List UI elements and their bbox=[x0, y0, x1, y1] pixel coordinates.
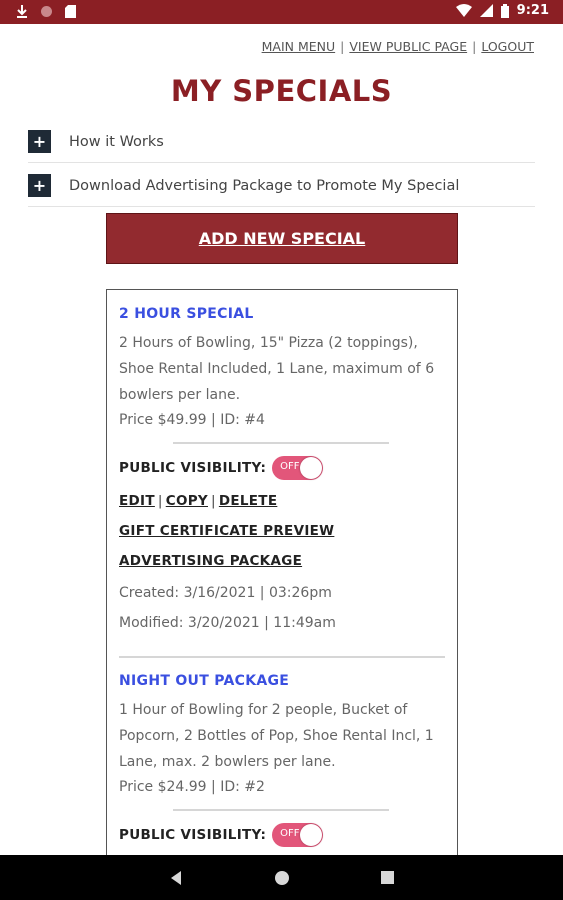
gift-preview-row: GIFT CERTIFICATE PREVIEW bbox=[119, 523, 449, 543]
advertising-row: ADVERTISING PACKAGE bbox=[119, 553, 449, 573]
toggle-text: OFF bbox=[280, 828, 300, 839]
visibility-row: PUBLIC VISIBILITY: OFF bbox=[119, 823, 449, 847]
delete-link[interactable]: DELETE bbox=[219, 493, 277, 509]
home-icon[interactable] bbox=[273, 869, 291, 887]
toggle-text: OFF bbox=[280, 461, 300, 472]
plus-icon[interactable]: + bbox=[28, 174, 51, 197]
add-new-special-button[interactable]: ADD NEW SPECIAL bbox=[106, 213, 458, 264]
status-time: 9:21 bbox=[516, 3, 549, 18]
action-links: EDIT | COPY | DELETE bbox=[119, 493, 449, 513]
link-separator: | bbox=[211, 493, 216, 509]
accordion-download-advertising[interactable]: + Download Advertising Package to Promot… bbox=[28, 165, 535, 207]
special-price-id: Price $24.99 | ID: #2 bbox=[119, 779, 265, 795]
visibility-label: PUBLIC VISIBILITY: bbox=[119, 827, 267, 843]
sd-card-icon bbox=[65, 4, 76, 18]
copy-link[interactable]: COPY bbox=[166, 493, 208, 509]
plus-icon[interactable]: + bbox=[28, 130, 51, 153]
special-description: 1 Hour of Bowling for 2 people, Bucket o… bbox=[119, 702, 434, 770]
top-links: MAIN MENU | VIEW PUBLIC PAGE | LOGOUT bbox=[262, 39, 534, 54]
visibility-row: PUBLIC VISIBILITY: OFF bbox=[119, 456, 449, 480]
visibility-label: PUBLIC VISIBILITY: bbox=[119, 460, 267, 476]
main-menu-link[interactable]: MAIN MENU bbox=[262, 39, 336, 54]
edit-link[interactable]: EDIT bbox=[119, 493, 155, 509]
advertising-package-link[interactable]: ADVERTISING PACKAGE bbox=[119, 553, 302, 569]
gift-certificate-preview-link[interactable]: GIFT CERTIFICATE PREVIEW bbox=[119, 523, 334, 539]
special-card: NIGHT OUT PACKAGE 1 Hour of Bowling for … bbox=[119, 673, 449, 847]
status-bar-left bbox=[16, 4, 76, 18]
view-public-page-link[interactable]: VIEW PUBLIC PAGE bbox=[349, 39, 467, 54]
page-title: MY SPECIALS bbox=[170, 74, 393, 108]
status-bar: 9:21 bbox=[0, 0, 563, 24]
status-bar-right: 9:21 bbox=[455, 3, 549, 18]
modified-date: Modified: 3/20/2021 | 11:49am bbox=[119, 615, 336, 631]
special-description: 2 Hours of Bowling, 15" Pizza (2 topping… bbox=[119, 335, 435, 403]
toggle-knob bbox=[300, 457, 323, 479]
toggle-knob bbox=[300, 824, 323, 846]
back-icon[interactable] bbox=[169, 870, 183, 886]
link-separator: | bbox=[157, 493, 163, 509]
divider bbox=[119, 656, 445, 658]
visibility-toggle[interactable]: OFF bbox=[272, 823, 324, 847]
divider bbox=[173, 442, 389, 444]
recents-icon[interactable] bbox=[381, 871, 394, 884]
signal-icon bbox=[479, 4, 493, 17]
accordion-how-it-works[interactable]: + How it Works bbox=[28, 121, 535, 163]
circle-icon bbox=[41, 5, 52, 17]
special-price-id: Price $49.99 | ID: #4 bbox=[119, 412, 265, 428]
link-separator: | bbox=[340, 39, 345, 54]
special-title: NIGHT OUT PACKAGE bbox=[119, 673, 290, 689]
visibility-toggle[interactable]: OFF bbox=[272, 456, 324, 480]
accordion-label: How it Works bbox=[69, 133, 164, 150]
divider bbox=[173, 809, 389, 811]
link-separator: | bbox=[472, 39, 477, 54]
download-icon bbox=[17, 5, 27, 18]
wifi-icon bbox=[455, 4, 472, 17]
battery-icon bbox=[500, 3, 509, 18]
special-card: 2 HOUR SPECIAL 2 Hours of Bowling, 15" P… bbox=[119, 306, 449, 635]
special-title: 2 HOUR SPECIAL bbox=[119, 306, 254, 322]
created-date: Created: 3/16/2021 | 03:26pm bbox=[119, 585, 332, 601]
accordion-label: Download Advertising Package to Promote … bbox=[69, 177, 460, 194]
navigation-bar bbox=[0, 855, 563, 900]
logout-link[interactable]: LOGOUT bbox=[481, 39, 534, 54]
